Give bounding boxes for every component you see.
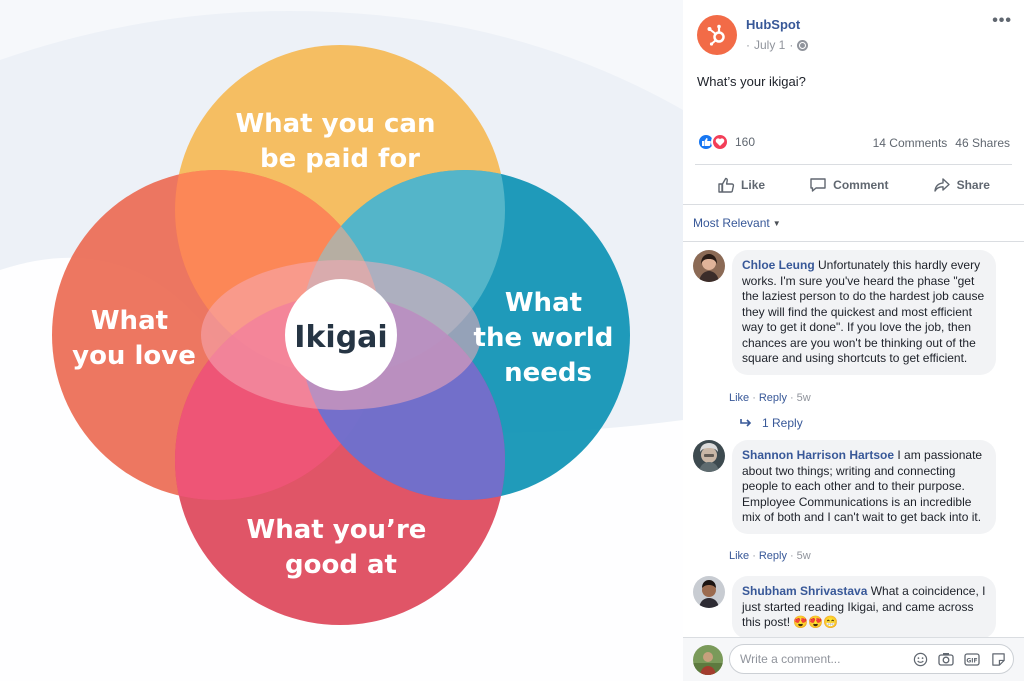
comment: Shubham Shrivastava What a coincidence, … bbox=[693, 576, 996, 639]
avatar[interactable] bbox=[693, 645, 723, 675]
reactions-summary[interactable]: 160 bbox=[697, 133, 755, 151]
comment-button[interactable]: Comment bbox=[809, 176, 889, 194]
share-icon bbox=[933, 178, 950, 192]
comment-actions: Like · Reply · 5w bbox=[729, 392, 811, 404]
comment-bubble: Shubham Shrivastava What a coincidence, … bbox=[732, 576, 996, 639]
comment-like-link[interactable]: Like bbox=[729, 550, 749, 562]
gif-icon[interactable]: GIF bbox=[964, 651, 980, 667]
comments-count[interactable]: 14 Comments bbox=[873, 136, 948, 150]
divider bbox=[683, 204, 1024, 205]
emoji-reactions: 😍😍😁 bbox=[793, 615, 839, 629]
post-actions: Like Comment Share bbox=[695, 168, 1012, 202]
comment-bubble: Chloe Leung Unfortunately this hardly ev… bbox=[732, 250, 996, 375]
love-reaction-icon bbox=[711, 133, 729, 151]
comment-time[interactable]: 5w bbox=[797, 392, 811, 404]
divider bbox=[695, 164, 1012, 165]
shares-count[interactable]: 46 Shares bbox=[955, 136, 1010, 150]
venn-diagram: Ikigai What you can be paid for What you… bbox=[0, 0, 683, 681]
post-date[interactable]: July 1 bbox=[754, 38, 785, 52]
comment-time[interactable]: 5w bbox=[797, 550, 811, 562]
comment-label: Comment bbox=[833, 178, 889, 192]
center-label: Ikigai bbox=[294, 320, 387, 355]
ikigai-venn-image: Ikigai What you can be paid for What you… bbox=[0, 0, 683, 681]
meta-separator: · bbox=[746, 38, 750, 52]
comment-bubble: Shannon Harrison Hartsoe I am passionate… bbox=[732, 440, 996, 534]
comment-author[interactable]: Chloe Leung bbox=[742, 258, 815, 272]
comment-reply-link[interactable]: Reply bbox=[759, 550, 787, 562]
sort-dropdown[interactable]: Most Relevant ▼ bbox=[693, 216, 781, 230]
share-button[interactable]: Share bbox=[933, 176, 990, 194]
page-avatar[interactable] bbox=[697, 15, 737, 55]
like-label: Like bbox=[741, 178, 766, 192]
comments-section: Most Relevant ▼ Chloe Leung Unfortunatel… bbox=[683, 206, 1024, 681]
reply-arrow-icon bbox=[740, 419, 752, 427]
comment-reply-link[interactable]: Reply bbox=[759, 392, 787, 404]
reaction-count: 160 bbox=[735, 135, 756, 149]
post-text: What’s your ikigai? bbox=[697, 74, 806, 89]
chevron-down-icon: ▼ bbox=[772, 218, 781, 228]
post-panel: HubSpot · July 1 · ••• What’s your ikiga… bbox=[683, 0, 1024, 681]
avatar[interactable] bbox=[693, 576, 725, 608]
write-comment-bar: GIF bbox=[683, 637, 1024, 681]
replies-label: 1 Reply bbox=[762, 416, 803, 430]
view-replies-link[interactable]: 1 Reply bbox=[740, 416, 803, 430]
hubspot-logo-icon bbox=[707, 24, 725, 46]
meta-separator-2: · bbox=[789, 38, 794, 52]
camera-icon[interactable] bbox=[938, 651, 954, 667]
sticker-icon[interactable] bbox=[990, 651, 1006, 667]
like-icon bbox=[718, 177, 735, 193]
comment-like-link[interactable]: Like bbox=[729, 392, 749, 404]
avatar[interactable] bbox=[693, 250, 725, 282]
page-name[interactable]: HubSpot bbox=[746, 17, 800, 32]
like-button[interactable]: Like bbox=[717, 176, 765, 194]
comment: Shannon Harrison Hartsoe I am passionate… bbox=[693, 440, 996, 548]
globe-icon bbox=[797, 39, 809, 51]
input-icons: GIF bbox=[912, 651, 1006, 667]
more-icon[interactable]: ••• bbox=[992, 12, 1012, 30]
emoji-icon[interactable] bbox=[912, 651, 928, 667]
comment-actions: Like · Reply · 5w bbox=[729, 550, 811, 562]
comment-author[interactable]: Shubham Shrivastava bbox=[742, 584, 867, 598]
avatar[interactable] bbox=[693, 440, 725, 472]
post-meta: · July 1 · bbox=[746, 38, 809, 52]
sort-label: Most Relevant bbox=[693, 216, 770, 230]
svg-text:GIF: GIF bbox=[966, 657, 977, 664]
comment: Chloe Leung Unfortunately this hardly ev… bbox=[693, 250, 996, 390]
share-label: Share bbox=[956, 178, 990, 192]
comment-text: Unfortunately this hardly every works. I… bbox=[742, 258, 985, 365]
comment-icon bbox=[810, 178, 826, 192]
post-stats: 14 Comments 46 Shares bbox=[873, 136, 1010, 150]
divider bbox=[683, 241, 1024, 242]
comment-author[interactable]: Shannon Harrison Hartsoe bbox=[742, 448, 894, 462]
